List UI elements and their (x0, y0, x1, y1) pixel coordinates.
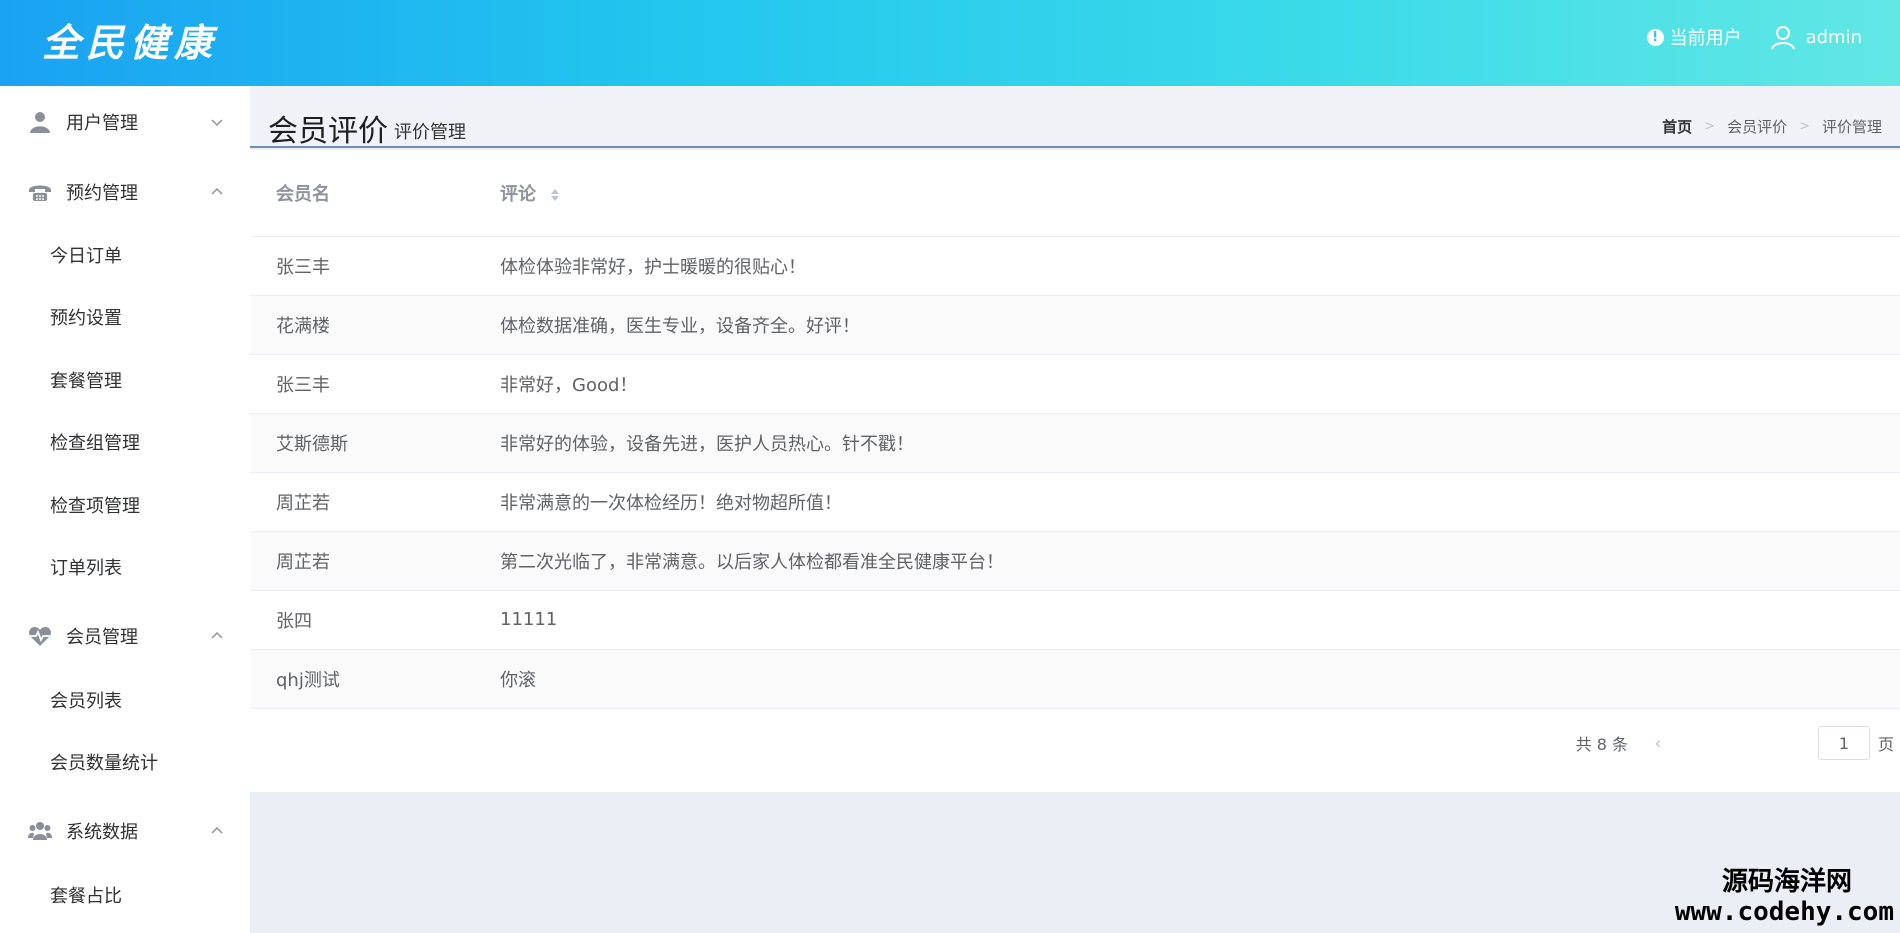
cell-member-name: qhj测试 (276, 669, 340, 691)
cell-member-name: 张三丰 (276, 256, 330, 278)
cell-member-name: 周芷若 (276, 492, 330, 514)
menu-item-checkgroup-management[interactable]: 检查组管理 (50, 429, 140, 459)
cell-comment: 非常好，Good！ (500, 374, 638, 396)
table-row: 周芷若 第二次光临了，非常满意。以后家人体检都看准全民健康平台！ (250, 531, 1900, 590)
menu-item-appointment-settings[interactable]: 预约设置 (50, 304, 122, 334)
breadcrumb-separator-icon: > (1799, 119, 1810, 134)
table-row: 艾斯德斯 非常好的体验，设备先进，医护人员热心。针不戳！ (250, 413, 1900, 472)
menu-title: 用户管理 (66, 113, 138, 134)
column-header-comment[interactable]: 评论 (474, 150, 1900, 237)
table-row: 张三丰 体检体验非常好，护士暖暖的很贴心！ (250, 236, 1900, 295)
cell-member-name: 花满楼 (276, 315, 330, 337)
cell-comment: 非常好的体验，设备先进，医护人员热心。针不戳！ (500, 433, 914, 455)
page-suffix: 页 (1877, 735, 1894, 754)
menu-item-package-ratio[interactable]: 套餐占比 (50, 882, 122, 912)
cell-comment: 体检数据准确，医生专业，设备齐全。好评！ (500, 315, 860, 337)
current-user-label: 当前用户 (1669, 28, 1742, 49)
breadcrumb-item: 评价管理 (1821, 118, 1882, 136)
page-title: 会员评价 (268, 114, 388, 149)
breadcrumb-item: 会员评价 (1727, 118, 1788, 136)
menu-item-order-list[interactable]: 订单列表 (50, 554, 122, 584)
breadcrumb: 首页 > 会员评价 > 评价管理 (1662, 116, 1882, 137)
menu-user-management[interactable]: 用户管理 (0, 102, 250, 142)
cell-member-name: 艾斯德斯 (276, 433, 348, 455)
page-subtitle: 评价管理 (394, 122, 466, 143)
cell-member-name: 张三丰 (276, 374, 330, 396)
table-row: qhj测试 你滚 (250, 649, 1900, 708)
header-user-area: ! 当前用户 admin (1646, 22, 1862, 52)
chevron-left-icon[interactable]: ‹ (1648, 733, 1668, 754)
menu-system-data[interactable]: 系统数据 (0, 811, 250, 851)
table-row: 张三丰 非常好，Good！ (250, 354, 1900, 413)
username[interactable]: admin (1806, 27, 1862, 48)
info-icon: ! (1646, 28, 1664, 46)
cell-member-name: 张四 (276, 610, 312, 632)
users-icon (28, 822, 52, 840)
menu-appointment-management[interactable]: 预约管理 (0, 172, 250, 212)
comments-table: 会员名 评论 张三丰 体检体验非常好，护士暖暖的很贴心！ 花满楼 体检数据准确，… (250, 150, 1900, 709)
watermark-url: www.codehy.com (1674, 897, 1894, 927)
table-row: 张四 11111 (250, 590, 1900, 649)
table-row: 花满楼 体检数据准确，医生专业，设备齐全。好评！ (250, 295, 1900, 354)
cell-member-name: 周芷若 (276, 551, 330, 573)
menu-item-checkitem-management[interactable]: 检查项管理 (50, 492, 140, 522)
app-logo[interactable]: 全民健康 (42, 18, 218, 68)
main-content: 会员评价 评价管理 首页 > 会员评价 > 评价管理 会员名 评论 张三丰 体检… (250, 86, 1900, 933)
sidebar: 用户管理 预约管理 今日订单 预约设置 套餐管理 检查组管理 检查项管理 订单列… (0, 86, 250, 933)
cell-comment: 体检体验非常好，护士暖暖的很贴心！ (500, 256, 806, 278)
watermark-text: 源码海洋网 (1721, 867, 1852, 897)
sort-icon[interactable] (550, 188, 560, 202)
menu-item-package-management[interactable]: 套餐管理 (50, 367, 122, 397)
page-jump-input[interactable] (1817, 726, 1870, 760)
page-header: 会员评价 评价管理 首页 > 会员评价 > 评价管理 (250, 86, 1900, 149)
menu-item-today-orders[interactable]: 今日订单 (50, 242, 122, 272)
menu-title: 系统数据 (66, 822, 138, 843)
chevron-up-icon (211, 826, 223, 834)
user-avatar-icon[interactable] (1768, 22, 1798, 52)
user-icon (30, 112, 50, 133)
menu-title: 会员管理 (66, 627, 138, 648)
menu-member-management[interactable]: 会员管理 (0, 616, 250, 656)
table-card: 会员名 评论 张三丰 体检体验非常好，护士暖暖的很贴心！ 花满楼 体检数据准确，… (250, 150, 1900, 792)
cell-comment: 11111 (500, 609, 558, 630)
cell-comment: 非常满意的一次体检经历！绝对物超所值！ (500, 492, 842, 514)
cell-comment: 你滚 (500, 669, 536, 691)
watermark: 源码海洋网 www.codehy.com (1675, 867, 1894, 927)
pagination-total: 共 8 条 (1575, 735, 1628, 754)
column-header-member-name: 会员名 (250, 150, 474, 237)
chevron-down-icon (211, 119, 223, 127)
chevron-up-icon (211, 187, 223, 195)
pagination: 共 8 条 ‹ 页 (1576, 725, 1894, 761)
heartbeat-icon (29, 627, 51, 646)
phone-icon (29, 185, 51, 201)
breadcrumb-home[interactable]: 首页 (1662, 116, 1692, 137)
breadcrumb-separator-icon: > (1704, 119, 1716, 134)
table-row: 周芷若 非常满意的一次体检经历！绝对物超所值！ (250, 472, 1900, 531)
top-header: 全民健康 ! 当前用户 admin (0, 0, 1900, 86)
menu-item-member-statistics[interactable]: 会员数量统计 (50, 749, 158, 779)
menu-item-member-list[interactable]: 会员列表 (50, 687, 122, 717)
table-header-row: 会员名 评论 (250, 150, 1900, 237)
chevron-up-icon (211, 631, 223, 639)
cell-comment: 第二次光临了，非常满意。以后家人体检都看准全民健康平台！ (500, 551, 1004, 573)
menu-title: 预约管理 (66, 183, 138, 204)
